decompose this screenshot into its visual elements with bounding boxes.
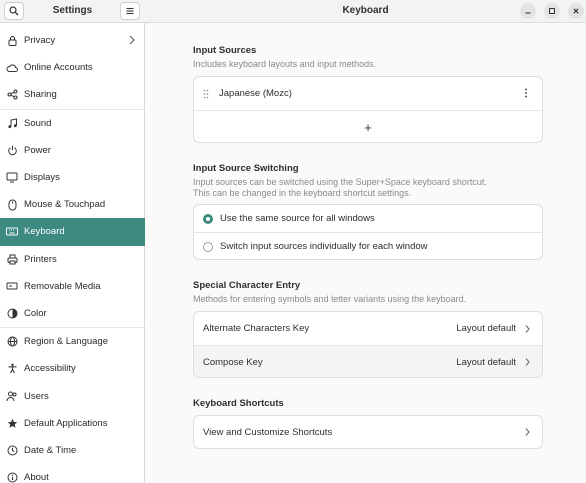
sidebar-item-label: Privacy — [24, 35, 56, 47]
switching-subtitle-line1: Input sources can be switched using the … — [193, 177, 487, 187]
input-source-row[interactable]: Japanese (Mozc) — [194, 77, 542, 110]
input-source-label: Japanese (Mozc) — [219, 88, 292, 99]
sidebar-item-label: Color — [24, 307, 47, 319]
sidebar-item-privacy[interactable]: Privacy — [0, 27, 145, 54]
sidebar-item-label: About — [24, 472, 49, 483]
sidebar-item-label: Default Applications — [24, 417, 108, 429]
drag-handle-icon[interactable] — [203, 89, 209, 99]
sidebar-list: Privacy Online Accounts Sharing Sound Po… — [0, 27, 145, 483]
sidebar-item-label: Sharing — [24, 89, 57, 101]
radio-button-selected[interactable] — [203, 213, 213, 224]
chevron-right-icon — [129, 35, 135, 45]
sidebar-item-online-accounts[interactable]: Online Accounts — [0, 54, 145, 81]
close-icon — [573, 8, 579, 14]
sidebar-item-sharing[interactable]: Sharing — [0, 81, 145, 108]
sidebar-item-displays[interactable]: Displays — [0, 164, 145, 191]
sidebar-item-label: Displays — [24, 172, 60, 184]
keyboard-icon — [6, 226, 18, 238]
sidebar-item-about[interactable]: About — [0, 464, 145, 483]
alternate-characters-key-row[interactable]: Alternate Characters Key Layout default — [194, 312, 542, 345]
radio-label: Use the same source for all windows — [220, 213, 375, 224]
switching-subtitle-line2: This can be changed in the keyboard shor… — [193, 188, 412, 198]
printer-icon — [6, 253, 18, 265]
sidebar-item-date-time[interactable]: Date & Time — [0, 437, 145, 464]
sidebar-item-color[interactable]: Color — [0, 300, 145, 327]
sidebar-item-label: Keyboard — [24, 226, 65, 238]
cloud-icon — [6, 62, 18, 74]
sidebar-item-label: Users — [24, 390, 49, 402]
sidebar-item-label: Sound — [24, 117, 52, 129]
shortcuts-card: View and Customize Shortcuts — [193, 415, 543, 449]
row-value: Layout default — [456, 356, 516, 368]
mouse-icon — [6, 199, 18, 211]
close-button[interactable] — [568, 3, 584, 19]
chevron-right-icon — [525, 358, 530, 366]
input-sources-subtitle: Includes keyboard layouts and input meth… — [193, 59, 377, 69]
row-value: Layout default — [456, 323, 516, 334]
compose-key-row[interactable]: Compose Key Layout default — [194, 345, 542, 377]
radio-same-source[interactable]: Use the same source for all windows — [194, 205, 542, 232]
chevron-right-icon — [525, 428, 530, 436]
maximize-icon — [549, 8, 555, 14]
special-title: Special Character Entry — [193, 280, 301, 291]
add-icon: + — [364, 119, 372, 135]
sidebar-item-label: Mouse & Touchpad — [24, 199, 106, 211]
sidebar-item-region-language[interactable]: Region & Language — [0, 328, 145, 355]
sidebar-item-sound[interactable]: Sound — [0, 110, 145, 137]
row-label: View and Customize Shortcuts — [203, 426, 333, 438]
row-label: Compose Key — [203, 356, 263, 368]
color-icon — [6, 307, 18, 319]
power-icon — [6, 144, 18, 156]
sidebar-item-mouse-touchpad[interactable]: Mouse & Touchpad — [0, 191, 145, 218]
input-sources-card: Japanese (Mozc) + — [193, 76, 543, 143]
sidebar-header: Settings — [0, 0, 145, 23]
sidebar-item-users[interactable]: Users — [0, 382, 145, 409]
music-note-icon — [6, 117, 18, 129]
maximize-button[interactable] — [544, 3, 560, 19]
input-sources-title: Input Sources — [193, 45, 257, 56]
radio-label: Switch input sources individually for ea… — [220, 241, 428, 252]
sidebar-item-label: Printers — [24, 253, 57, 265]
sidebar-item-label: Online Accounts — [24, 62, 93, 74]
menu-button[interactable] — [120, 2, 140, 20]
sidebar-item-label: Date & Time — [24, 444, 77, 456]
sidebar-item-label: Accessibility — [24, 363, 76, 375]
header-bar: Keyboard — [145, 0, 586, 23]
add-input-source-button[interactable]: + — [194, 110, 542, 142]
sidebar-item-label: Region & Language — [24, 336, 108, 348]
more-options-icon[interactable] — [524, 88, 528, 98]
special-subtitle: Methods for entering symbols and letter … — [193, 294, 467, 304]
row-label: Alternate Characters Key — [203, 323, 310, 334]
star-icon — [6, 417, 18, 429]
switching-title: Input Source Switching — [193, 163, 299, 174]
minimize-icon — [525, 12, 531, 14]
lock-icon — [6, 35, 18, 47]
sidebar-item-keyboard[interactable]: Keyboard — [0, 218, 145, 246]
accessibility-icon — [6, 363, 18, 375]
clock-icon — [6, 444, 18, 456]
users-icon — [6, 390, 18, 402]
radio-button[interactable] — [203, 241, 213, 252]
view-customize-shortcuts-row[interactable]: View and Customize Shortcuts — [194, 416, 542, 448]
hamburger-menu-icon — [126, 7, 134, 15]
minimize-button[interactable] — [520, 3, 536, 19]
share-icon — [6, 89, 18, 101]
switching-card: Use the same source for all windows Swit… — [193, 204, 543, 260]
special-card: Alternate Characters Key Layout default … — [193, 311, 543, 378]
sidebar-item-accessibility[interactable]: Accessibility — [0, 355, 145, 382]
sidebar-item-label: Removable Media — [24, 280, 101, 292]
globe-icon — [6, 336, 18, 348]
removable-media-icon — [6, 280, 18, 292]
sidebar: Settings Privacy Online Accounts Sharing… — [0, 0, 145, 483]
radio-per-window[interactable]: Switch input sources individually for ea… — [194, 232, 542, 259]
sidebar-item-printers[interactable]: Printers — [0, 246, 145, 273]
sidebar-item-removable-media[interactable]: Removable Media — [0, 273, 145, 300]
sidebar-item-default-applications[interactable]: Default Applications — [0, 410, 145, 437]
info-icon — [6, 472, 18, 483]
sidebar-item-power[interactable]: Power — [0, 137, 145, 164]
sidebar-item-label: Power — [24, 144, 51, 156]
shortcuts-title: Keyboard Shortcuts — [193, 398, 284, 409]
display-icon — [6, 172, 18, 184]
chevron-right-icon — [525, 324, 530, 333]
